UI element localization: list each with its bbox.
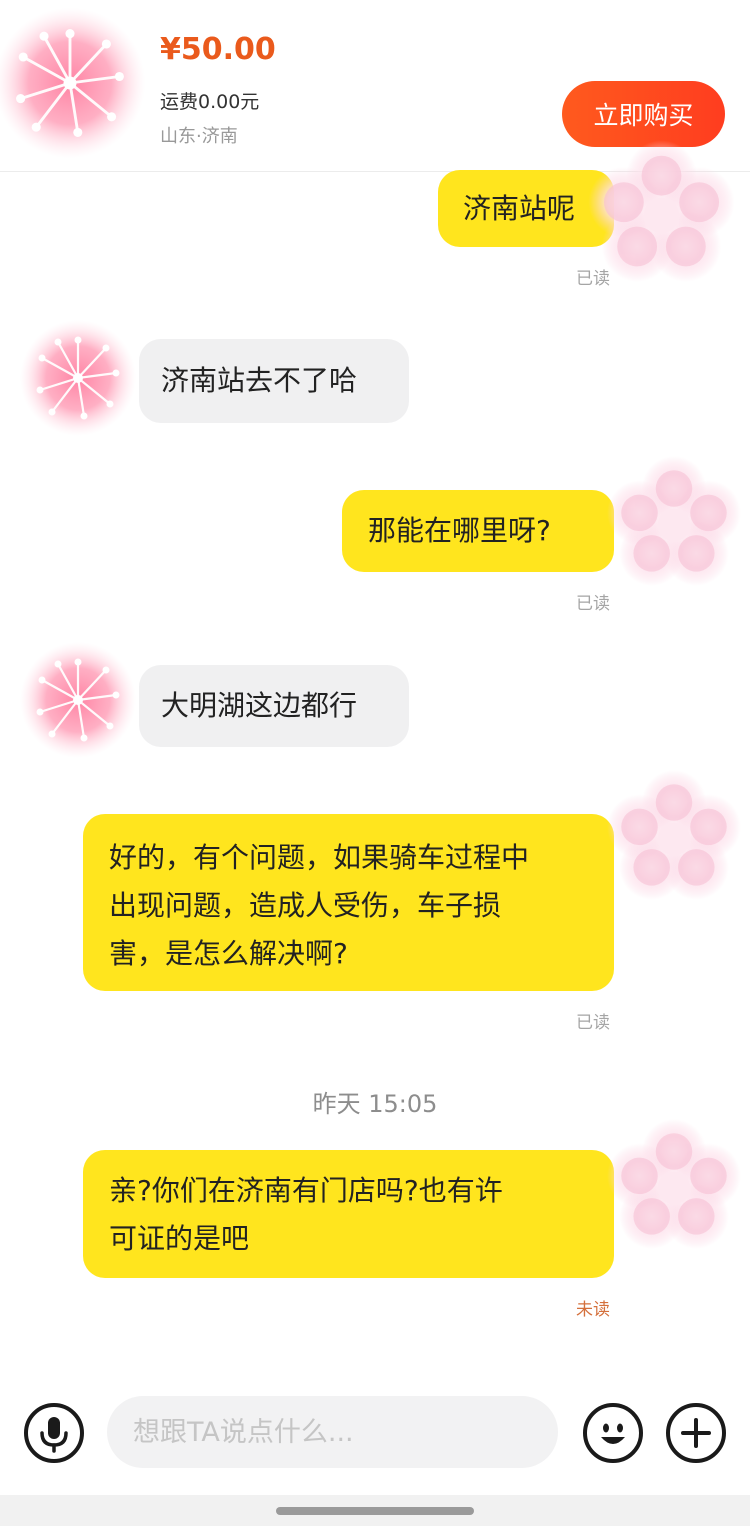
my-avatar[interactable] bbox=[603, 454, 745, 596]
read-status: 已读 bbox=[576, 1013, 610, 1033]
message-input[interactable] bbox=[107, 1396, 558, 1468]
message-text: 济南站去不了哈 bbox=[161, 364, 358, 397]
home-indicator[interactable] bbox=[276, 1507, 474, 1515]
message-bubble-sent[interactable]: 那能在哪里呀? bbox=[342, 490, 614, 572]
message-text-line: 亲?你们在济南有门店吗?也有许 bbox=[109, 1174, 503, 1207]
seller-avatar[interactable] bbox=[18, 640, 138, 760]
message-text-line: 好的，有个问题，如果骑车过程中 bbox=[109, 841, 530, 874]
emoji-icon bbox=[601, 1423, 625, 1444]
message-bubble-received[interactable]: 济南站去不了哈 bbox=[139, 339, 409, 423]
read-status: 已读 bbox=[576, 594, 610, 614]
product-price: ¥50.00 bbox=[160, 32, 276, 67]
my-avatar[interactable] bbox=[603, 1117, 745, 1259]
read-status: 已读 bbox=[576, 269, 610, 289]
message-text-line: 可证的是吧 bbox=[109, 1222, 250, 1255]
message-timestamp: 昨天 15:05 bbox=[312, 1090, 438, 1118]
unread-status: 未读 bbox=[576, 1300, 610, 1320]
message-bubble-received[interactable]: 大明湖这边都行 bbox=[139, 665, 409, 747]
voice-button[interactable] bbox=[24, 1403, 84, 1463]
product-location: 山东·济南 bbox=[160, 126, 238, 147]
product-thumbnail[interactable] bbox=[0, 0, 150, 160]
add-button[interactable] bbox=[666, 1403, 726, 1463]
plus-icon bbox=[681, 1418, 711, 1448]
microphone-icon bbox=[40, 1417, 68, 1453]
message-text: 那能在哪里呀? bbox=[368, 514, 551, 547]
message-text: 大明湖这边都行 bbox=[161, 689, 358, 722]
message-bubble-sent[interactable]: 好的，有个问题，如果骑车过程中 出现问题，造成人受伤，车子损 害，是怎么解决啊? bbox=[83, 814, 614, 991]
message-bubble-sent[interactable]: 亲?你们在济南有门店吗?也有许 可证的是吧 bbox=[83, 1150, 614, 1278]
message-text-line: 出现问题，造成人受伤，车子损 bbox=[109, 889, 502, 922]
message-text-line: 害，是怎么解决啊? bbox=[109, 937, 348, 970]
shipping-fee: 运费0.00元 bbox=[160, 91, 260, 113]
my-avatar[interactable] bbox=[603, 768, 745, 910]
seller-avatar[interactable] bbox=[18, 318, 138, 438]
emoji-button[interactable] bbox=[583, 1403, 643, 1463]
message-text: 济南站呢 bbox=[463, 191, 576, 225]
